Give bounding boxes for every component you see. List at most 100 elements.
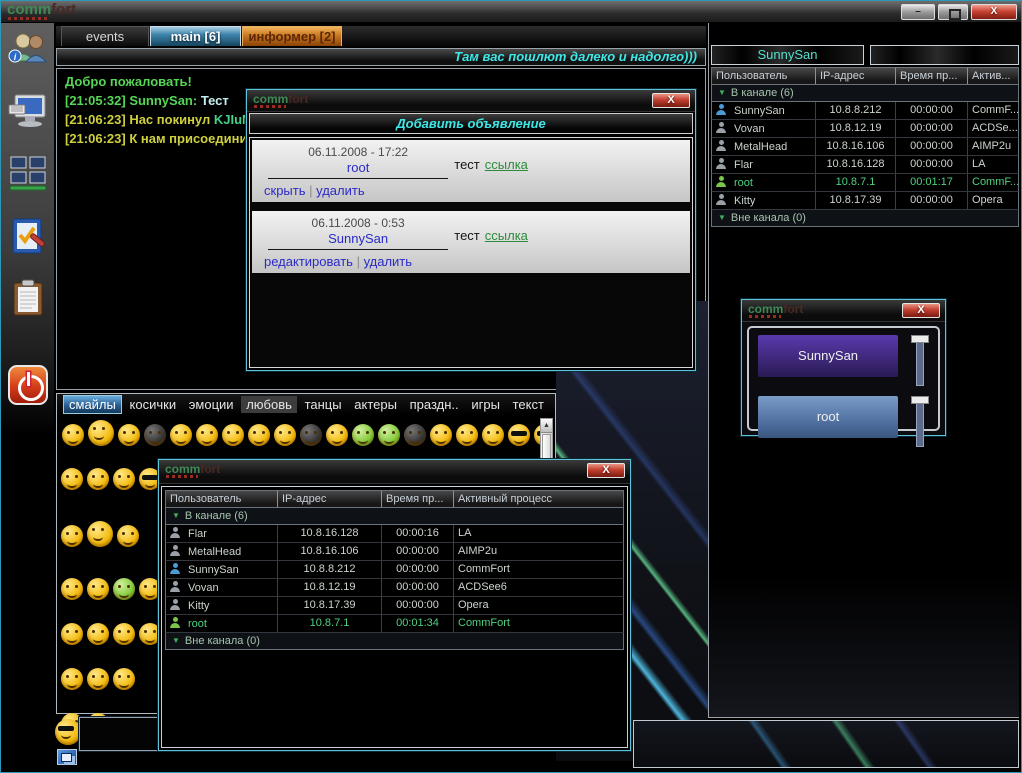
- open-smileys-button[interactable]: [55, 719, 81, 745]
- smiley-icon[interactable]: [87, 578, 109, 600]
- smiley-icon[interactable]: [222, 424, 244, 446]
- clipboard-icon[interactable]: [7, 277, 49, 319]
- smiley-icon[interactable]: [62, 424, 84, 446]
- smiley-icon[interactable]: [87, 623, 109, 645]
- slider-thumb[interactable]: [911, 335, 929, 343]
- smiley-icon[interactable]: [61, 668, 83, 690]
- smiley-icon[interactable]: [113, 623, 135, 645]
- tab-events[interactable]: events: [61, 26, 149, 46]
- delete-link[interactable]: удалить: [316, 183, 364, 198]
- smiley-icon[interactable]: [117, 525, 139, 547]
- network-icon[interactable]: [7, 153, 49, 195]
- smiley-icon[interactable]: [113, 468, 135, 490]
- announcement-link[interactable]: ссылка: [485, 228, 528, 243]
- hide-link[interactable]: скрыть: [264, 183, 306, 198]
- close-button[interactable]: X: [971, 4, 1017, 20]
- user-row[interactable]: Flar10.8.16.12800:00:16LA: [165, 525, 624, 543]
- smiley-icon[interactable]: [87, 468, 109, 490]
- delete-link[interactable]: удалить: [364, 254, 412, 269]
- smiley-icon[interactable]: [61, 623, 83, 645]
- smiley-tab-text[interactable]: текст: [508, 396, 549, 413]
- smiley-icon[interactable]: [61, 578, 83, 600]
- tasks-icon[interactable]: [7, 215, 49, 257]
- group-in-channel[interactable]: ▼В канале (6): [711, 85, 1019, 102]
- smiley-icon[interactable]: [326, 424, 348, 446]
- smiley-icon[interactable]: [508, 424, 530, 446]
- smiley-icon[interactable]: [248, 424, 270, 446]
- power-icon[interactable]: [8, 365, 48, 405]
- user-row[interactable]: root10.8.7.100:01:17CommF...: [711, 174, 1019, 192]
- smiley-icon[interactable]: [456, 424, 478, 446]
- panel-button-empty[interactable]: [870, 45, 1019, 65]
- smiley-tab-emotions[interactable]: эмоции: [184, 396, 239, 413]
- close-icon[interactable]: X: [652, 93, 690, 108]
- smiley-icon[interactable]: [144, 424, 166, 446]
- user-row[interactable]: Flar10.8.16.12800:00:00LA: [711, 156, 1019, 174]
- user-row[interactable]: SunnySan10.8.8.21200:00:00CommF...: [711, 102, 1019, 120]
- user-row[interactable]: Kitty10.8.17.3900:00:00Opera: [711, 192, 1019, 210]
- close-icon[interactable]: X: [902, 303, 940, 318]
- announcement-author-link[interactable]: root: [262, 160, 454, 175]
- users-info-icon[interactable]: i: [7, 29, 49, 71]
- computer-icon[interactable]: [7, 91, 49, 133]
- user-icon: [170, 617, 180, 628]
- smiley-icon[interactable]: [61, 468, 83, 490]
- user-list-header[interactable]: ПользовательIP-адресВремя пр...Актив...: [711, 67, 1019, 85]
- smiley-icon[interactable]: [352, 424, 374, 446]
- own-nickname-button[interactable]: SunnySan: [711, 45, 864, 65]
- smiley-tab-dances[interactable]: танцы: [300, 396, 347, 413]
- smiley-tab-smiles[interactable]: смайлы: [63, 395, 122, 414]
- smiley-icon[interactable]: [118, 424, 140, 446]
- edit-link[interactable]: редактировать: [264, 254, 353, 269]
- smiley-icon[interactable]: [196, 424, 218, 446]
- smiley-tab-holidays[interactable]: праздн..: [405, 396, 464, 413]
- group-in-channel[interactable]: ▼В канале (6): [165, 508, 624, 525]
- announcement-card: 06.11.2008 - 17:22 root тестссылка скрыт…: [252, 140, 690, 202]
- smiley-icon[interactable]: [61, 525, 83, 547]
- user-row[interactable]: Vovan10.8.12.1900:00:00ACDSee6: [165, 579, 624, 597]
- volume-slider[interactable]: [910, 335, 929, 387]
- smiley-icon[interactable]: [300, 424, 322, 446]
- volume-slider[interactable]: [910, 396, 929, 448]
- smiley-icon[interactable]: [482, 424, 504, 446]
- tab-informer[interactable]: информер [2]: [242, 26, 342, 46]
- smiley-tab-love[interactable]: любовь: [241, 396, 297, 413]
- volume-user-button[interactable]: SunnySan: [758, 335, 898, 377]
- scroll-up-icon[interactable]: ▲: [541, 419, 552, 433]
- smiley-icon[interactable]: [87, 668, 109, 690]
- smiley-icon[interactable]: [113, 668, 135, 690]
- smiley-icon[interactable]: [378, 424, 400, 446]
- smiley-icon[interactable]: [88, 420, 114, 446]
- divider: [268, 249, 448, 250]
- tab-main[interactable]: main [6]: [150, 26, 241, 46]
- user-row[interactable]: root10.8.7.100:01:34CommFort: [165, 615, 624, 633]
- smiley-icon[interactable]: [274, 424, 296, 446]
- group-out-channel[interactable]: ▼Вне канала (0): [165, 633, 624, 650]
- maximize-button[interactable]: [938, 4, 968, 20]
- volume-user-button[interactable]: root: [758, 396, 898, 438]
- minimize-button[interactable]: –: [901, 4, 935, 20]
- volume-titlebar[interactable]: commfort X: [742, 300, 945, 322]
- smiley-icon[interactable]: [430, 424, 452, 446]
- group-out-channel[interactable]: ▼Вне канала (0): [711, 210, 1019, 227]
- smiley-icon[interactable]: [87, 521, 113, 547]
- user-row[interactable]: MetalHead10.8.16.10600:00:00AIMP2u: [711, 138, 1019, 156]
- user-list-header[interactable]: ПользовательIP-адресВремя пр...Активный …: [165, 490, 624, 508]
- smiley-icon[interactable]: [113, 578, 135, 600]
- userlist-titlebar[interactable]: commfort X: [159, 460, 630, 484]
- smiley-tab-actors[interactable]: актеры: [349, 396, 402, 413]
- user-row[interactable]: MetalHead10.8.16.10600:00:00AIMP2u: [165, 543, 624, 561]
- smiley-icon[interactable]: [404, 424, 426, 446]
- smiley-tab-games[interactable]: игры: [466, 396, 505, 413]
- announcement-author-link[interactable]: SunnySan: [262, 231, 454, 246]
- send-image-button[interactable]: [57, 749, 77, 765]
- user-row[interactable]: Vovan10.8.12.1900:00:00ACDSe...: [711, 120, 1019, 138]
- announcement-link[interactable]: ссылка: [485, 157, 528, 172]
- user-row[interactable]: Kitty10.8.17.3900:00:00Opera: [165, 597, 624, 615]
- slider-thumb[interactable]: [911, 396, 929, 404]
- close-icon[interactable]: X: [587, 463, 625, 478]
- smiley-icon[interactable]: [170, 424, 192, 446]
- smiley-tab-kosichki[interactable]: косички: [125, 396, 182, 413]
- user-row[interactable]: SunnySan10.8.8.21200:00:00CommFort: [165, 561, 624, 579]
- dialog-titlebar[interactable]: commfort X: [247, 90, 695, 112]
